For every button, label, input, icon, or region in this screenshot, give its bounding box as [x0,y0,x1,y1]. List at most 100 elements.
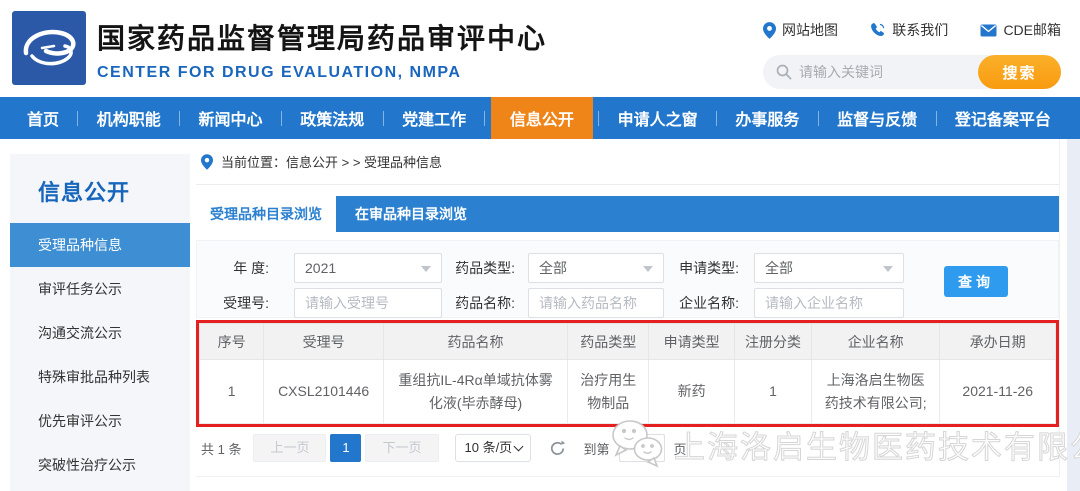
acceptance-no-label: 受理号: [223,295,269,311]
nav-item-applicant[interactable]: 申请人之窗 [605,97,711,139]
current-page-button[interactable]: 1 [330,434,362,462]
pagination: 共 1 条 上一页 1 下一页 10 条/页 到第 页 [196,434,1059,462]
goto-page-input[interactable] [618,434,665,462]
content-area: 信息公开 受理品种信息 审评任务公示 沟通交流公示 特殊审批品种列表 优先审评公… [0,139,1080,491]
acceptance-no-input[interactable] [294,288,442,318]
breadcrumb-text: 当前位置：信息公开 > > 受理品种信息 [221,155,443,170]
drug-type-select[interactable]: 全部 [528,253,664,283]
query-button[interactable]: 查询 [944,266,1008,297]
sidebar-item-breakthrough-therapy[interactable]: 突破性治疗公示 [10,443,190,487]
nav-item-home[interactable]: 首页 [14,97,72,139]
year-select-value: 2021 [305,260,337,276]
drug-type-label: 药品类型: [455,260,515,276]
main-nav: 首页 机构职能 新闻中心 政策法规 党建工作 信息公开 申请人之窗 办事服务 监… [0,97,1080,139]
nav-item-registration-platform[interactable]: 登记备案平台 [942,97,1064,139]
nav-divider [179,110,181,126]
contact-label: 联系我们 [892,22,949,38]
contact-link[interactable]: 联系我们 [870,20,948,40]
cell-company: 上海洛启生物医药技术有限公司; [810,359,941,424]
goto-page-suffix: 页 [673,441,687,457]
sidebar-item-review-tasks[interactable]: 审评任务公示 [10,267,190,311]
col-company: 企业名称 [810,323,941,360]
cell-date: 2021-11-26 [939,359,1056,424]
main-panel: 当前位置：信息公开 > > 受理品种信息 受理品种目录浏览 在审品种目录浏览 年… [196,139,1060,477]
col-reg-class: 注册分类 [733,323,813,360]
col-drug-name: 药品名称 [383,323,569,360]
chevron-down-icon [513,441,523,452]
next-page-button[interactable]: 下一页 [365,434,439,462]
nav-divider [77,110,79,126]
col-acceptance-no: 受理号 [263,323,385,360]
top-links: 网站地图 联系我们 CDE邮箱 [763,20,1061,40]
page-size-value: 10 条/页 [464,440,513,455]
apply-type-select-value: 全部 [765,260,793,276]
apply-type-label: 申请类型: [679,260,739,276]
search-button[interactable]: 搜索 [978,55,1061,89]
cell-apply-type: 新药 [648,359,735,424]
nav-divider [817,110,819,126]
nav-divider [935,110,937,126]
highlight-box: 序号 受理号 药品名称 药品类型 申请类型 注册分类 企业名称 承办日期 1 C… [196,320,1059,427]
nav-divider [598,110,600,126]
sidebar-item-three-in-one[interactable]: 三合一序列公示 [10,487,190,491]
col-seq: 序号 [198,323,265,360]
page-size-select[interactable]: 10 条/页 [454,434,531,462]
nav-item-policies[interactable]: 政策法规 [287,97,377,139]
cde-fish-swoosh-icon [23,29,76,66]
chevron-down-icon [883,266,893,272]
col-drug-type: 药品类型 [567,323,650,360]
search-bar: 搜索 [763,55,1061,89]
nav-item-party[interactable]: 党建工作 [389,97,479,139]
title-block: 国家药品监督管理局药品审评中心 CENTER FOR DRUG EVALUATI… [97,17,547,82]
nav-item-functions[interactable]: 机构职能 [84,97,174,139]
col-date: 承办日期 [939,323,1056,360]
site-title: 国家药品监督管理局药品审评中心 [97,23,548,54]
cde-logo [12,11,86,85]
total-count: 共 1 条 [201,441,242,457]
col-apply-type: 申请类型 [648,323,735,360]
sidebar-item-communication[interactable]: 沟通交流公示 [10,311,190,355]
page: 国家药品监督管理局药品审评中心 CENTER FOR DRUG EVALUATI… [0,0,1080,491]
cell-drug-name: 重组抗IL-4Rα单域抗体雾化液(毕赤酵母) [383,359,569,424]
sidebar-title: 信息公开 [38,180,131,205]
sidebar-item-priority-review[interactable]: 优先审评公示 [10,399,190,443]
nav-item-services[interactable]: 办事服务 [722,97,812,139]
cell-seq: 1 [198,359,265,424]
apply-type-select[interactable]: 全部 [754,253,904,283]
chevron-down-icon [643,266,653,272]
nav-divider [382,110,384,126]
search-input[interactable] [799,56,984,88]
nav-item-supervision[interactable]: 监督与反馈 [824,97,930,139]
phone-icon [871,23,885,37]
nav-item-info-disclosure[interactable]: 信息公开 [490,97,593,139]
year-label: 年 度: [233,260,269,276]
refresh-icon [550,440,565,455]
site-header: 国家药品监督管理局药品审评中心 CENTER FOR DRUG EVALUATI… [0,0,1080,97]
tab-under-review-catalog[interactable]: 在审品种目录浏览 [336,196,486,232]
company-name-label: 企业名称: [679,295,739,311]
cell-acceptance-no: CXSL2101446 [263,359,385,424]
drug-name-input[interactable] [528,288,664,318]
nav-item-news[interactable]: 新闻中心 [186,97,276,139]
refresh-button[interactable] [549,440,566,457]
goto-page-label: 到第 [583,441,610,457]
tab-accepted-catalog[interactable]: 受理品种目录浏览 [196,196,336,232]
sidebar-item-special-approval[interactable]: 特殊审批品种列表 [10,355,190,399]
company-name-input[interactable] [754,288,904,318]
nav-divider [280,110,282,126]
table-header-row: 序号 受理号 药品名称 药品类型 申请类型 注册分类 企业名称 承办日期 [198,323,1056,360]
site-subtitle: CENTER FOR DRUG EVALUATION, NMPA [97,64,462,81]
location-pin-icon [201,153,213,170]
mailbox-label: CDE邮箱 [1003,22,1061,38]
results-table: 序号 受理号 药品名称 药品类型 申请类型 注册分类 企业名称 承办日期 1 C… [198,323,1056,424]
mailbox-link[interactable]: CDE邮箱 [980,20,1061,40]
sitemap-link[interactable]: 网站地图 [763,20,838,40]
cell-reg-class: 1 [733,359,813,424]
scrollbar-track[interactable] [1067,139,1080,491]
sidebar-item-accepted-varieties[interactable]: 受理品种信息 [10,223,190,267]
chevron-down-icon [421,266,431,272]
prev-page-button[interactable]: 上一页 [253,434,327,462]
mail-icon [980,24,997,36]
year-select[interactable]: 2021 [294,253,442,283]
table-row: 1 CXSL2101446 重组抗IL-4Rα单域抗体雾化液(毕赤酵母) 治疗用… [198,359,1056,424]
